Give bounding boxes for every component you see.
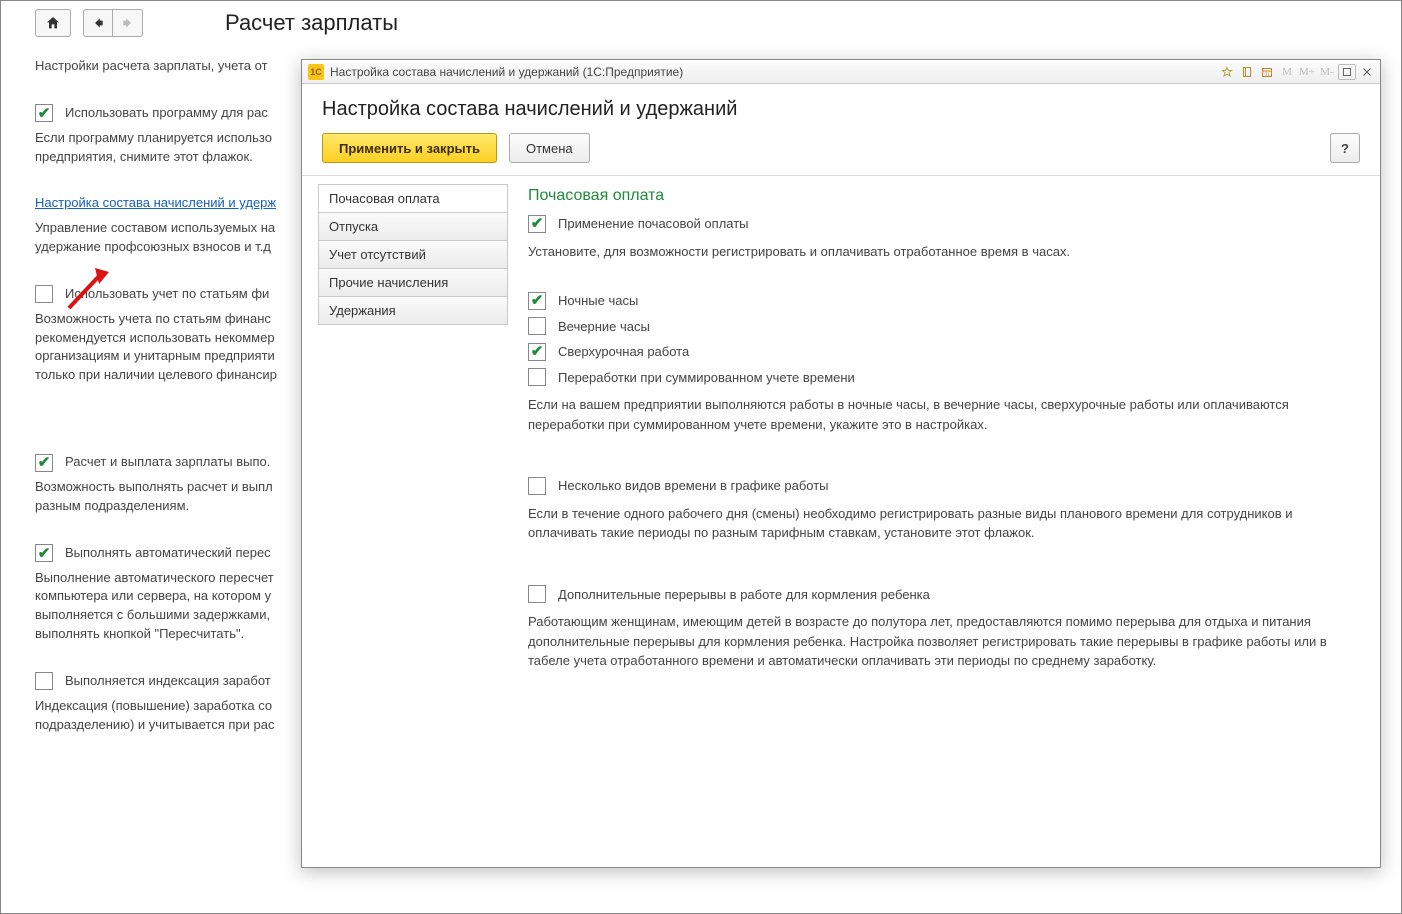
bg-option-6-label: Использовать учет по статьям фи bbox=[65, 285, 269, 304]
calendar-icon: 31 bbox=[1261, 66, 1273, 78]
page-title: Расчет зарплаты bbox=[225, 10, 398, 36]
tab-2[interactable]: Учет отсутствий bbox=[318, 241, 508, 269]
bg-option-10-label: Расчет и выплата зарплаты выпо. bbox=[65, 453, 270, 472]
tool-icon bbox=[1241, 66, 1253, 78]
description-text: Работающим женщинам, имеющим детей в воз… bbox=[528, 612, 1358, 671]
option-5: Сверхурочная работа bbox=[528, 342, 1358, 362]
description-text: Установите, для возможности регистрирова… bbox=[528, 242, 1358, 262]
option-4: Вечерние часы bbox=[528, 317, 1358, 337]
maximize-button[interactable] bbox=[1338, 64, 1356, 80]
modal-window: 1C Настройка состава начислений и удержа… bbox=[301, 59, 1381, 868]
favorite-button[interactable] bbox=[1218, 64, 1236, 80]
tab-0[interactable]: Почасовая оплата bbox=[318, 184, 508, 213]
option-12: Дополнительные перерывы в работе для кор… bbox=[528, 585, 1358, 605]
option-6-checkbox[interactable] bbox=[528, 368, 546, 386]
svg-text:31: 31 bbox=[1265, 71, 1271, 76]
apply-close-button[interactable]: Применить и закрыть bbox=[322, 133, 497, 163]
option-4-checkbox[interactable] bbox=[528, 317, 546, 335]
zoom-m-minus[interactable]: M- bbox=[1318, 64, 1336, 80]
option-3-label: Ночные часы bbox=[558, 291, 638, 311]
option-0-checkbox[interactable] bbox=[528, 215, 546, 233]
nav-forward-button[interactable] bbox=[113, 9, 143, 37]
bg-option-0-checkbox[interactable] bbox=[35, 104, 53, 122]
option-9-label: Несколько видов времени в графике работы bbox=[558, 476, 829, 496]
option-0: Применение почасовой оплаты bbox=[528, 214, 1358, 234]
option-5-label: Сверхурочная работа bbox=[558, 342, 689, 362]
close-button[interactable] bbox=[1358, 64, 1376, 80]
option-9-checkbox[interactable] bbox=[528, 477, 546, 495]
tab-4[interactable]: Удержания bbox=[318, 297, 508, 325]
titlebar-calendar[interactable]: 31 bbox=[1258, 64, 1276, 80]
arrow-left-icon bbox=[91, 16, 105, 30]
arrow-right-icon bbox=[121, 16, 135, 30]
cancel-button[interactable]: Отмена bbox=[509, 133, 590, 163]
option-12-checkbox[interactable] bbox=[528, 585, 546, 603]
option-5-checkbox[interactable] bbox=[528, 343, 546, 361]
zoom-m[interactable]: M bbox=[1278, 64, 1296, 80]
modal-heading: Настройка состава начислений и удержаний bbox=[322, 98, 1360, 121]
bg-option-10-checkbox[interactable] bbox=[35, 454, 53, 472]
option-6-label: Переработки при суммированном учете врем… bbox=[558, 368, 855, 388]
modal-titlebar[interactable]: 1C Настройка состава начислений и удержа… bbox=[302, 60, 1380, 84]
maximize-icon bbox=[1341, 66, 1353, 78]
nav-back-button[interactable] bbox=[83, 9, 113, 37]
option-9: Несколько видов времени в графике работы bbox=[528, 476, 1358, 496]
bg-option-16-label: Выполняется индексация заработ bbox=[65, 672, 271, 691]
zoom-m-plus[interactable]: M+ bbox=[1298, 64, 1316, 80]
modal-content: Почасовая оплата Применение почасовой опл… bbox=[528, 184, 1364, 853]
section-title: Почасовая оплата bbox=[528, 184, 1358, 208]
bg-option-0-label: Использовать программу для рас bbox=[65, 104, 268, 123]
close-icon bbox=[1361, 66, 1373, 78]
star-icon bbox=[1221, 66, 1233, 78]
tab-1[interactable]: Отпуска bbox=[318, 213, 508, 241]
option-0-label: Применение почасовой оплаты bbox=[558, 214, 749, 234]
modal-window-title: Настройка состава начислений и удержаний… bbox=[330, 65, 683, 79]
tab-3[interactable]: Прочие начисления bbox=[318, 269, 508, 297]
home-button[interactable] bbox=[35, 9, 71, 37]
option-3: Ночные часы bbox=[528, 291, 1358, 311]
bg-option-13-label: Выполнять автоматический перес bbox=[65, 544, 271, 563]
option-4-label: Вечерние часы bbox=[558, 317, 650, 337]
bg-option-6-checkbox[interactable] bbox=[35, 285, 53, 303]
help-button[interactable]: ? bbox=[1330, 133, 1360, 163]
app-icon: 1C bbox=[308, 64, 324, 80]
home-icon bbox=[45, 15, 61, 31]
option-3-checkbox[interactable] bbox=[528, 292, 546, 310]
titlebar-tool-1[interactable] bbox=[1238, 64, 1256, 80]
description-text: Если в течение одного рабочего дня (смен… bbox=[528, 504, 1358, 543]
option-6: Переработки при суммированном учете врем… bbox=[528, 368, 1358, 388]
option-12-label: Дополнительные перерывы в работе для кор… bbox=[558, 585, 930, 605]
side-tabs: Почасовая оплатаОтпускаУчет отсутствийПр… bbox=[318, 184, 508, 853]
bg-option-13-checkbox[interactable] bbox=[35, 544, 53, 562]
bg-option-16-checkbox[interactable] bbox=[35, 672, 53, 690]
description-text: Если на вашем предприятии выполняются ра… bbox=[528, 395, 1358, 434]
